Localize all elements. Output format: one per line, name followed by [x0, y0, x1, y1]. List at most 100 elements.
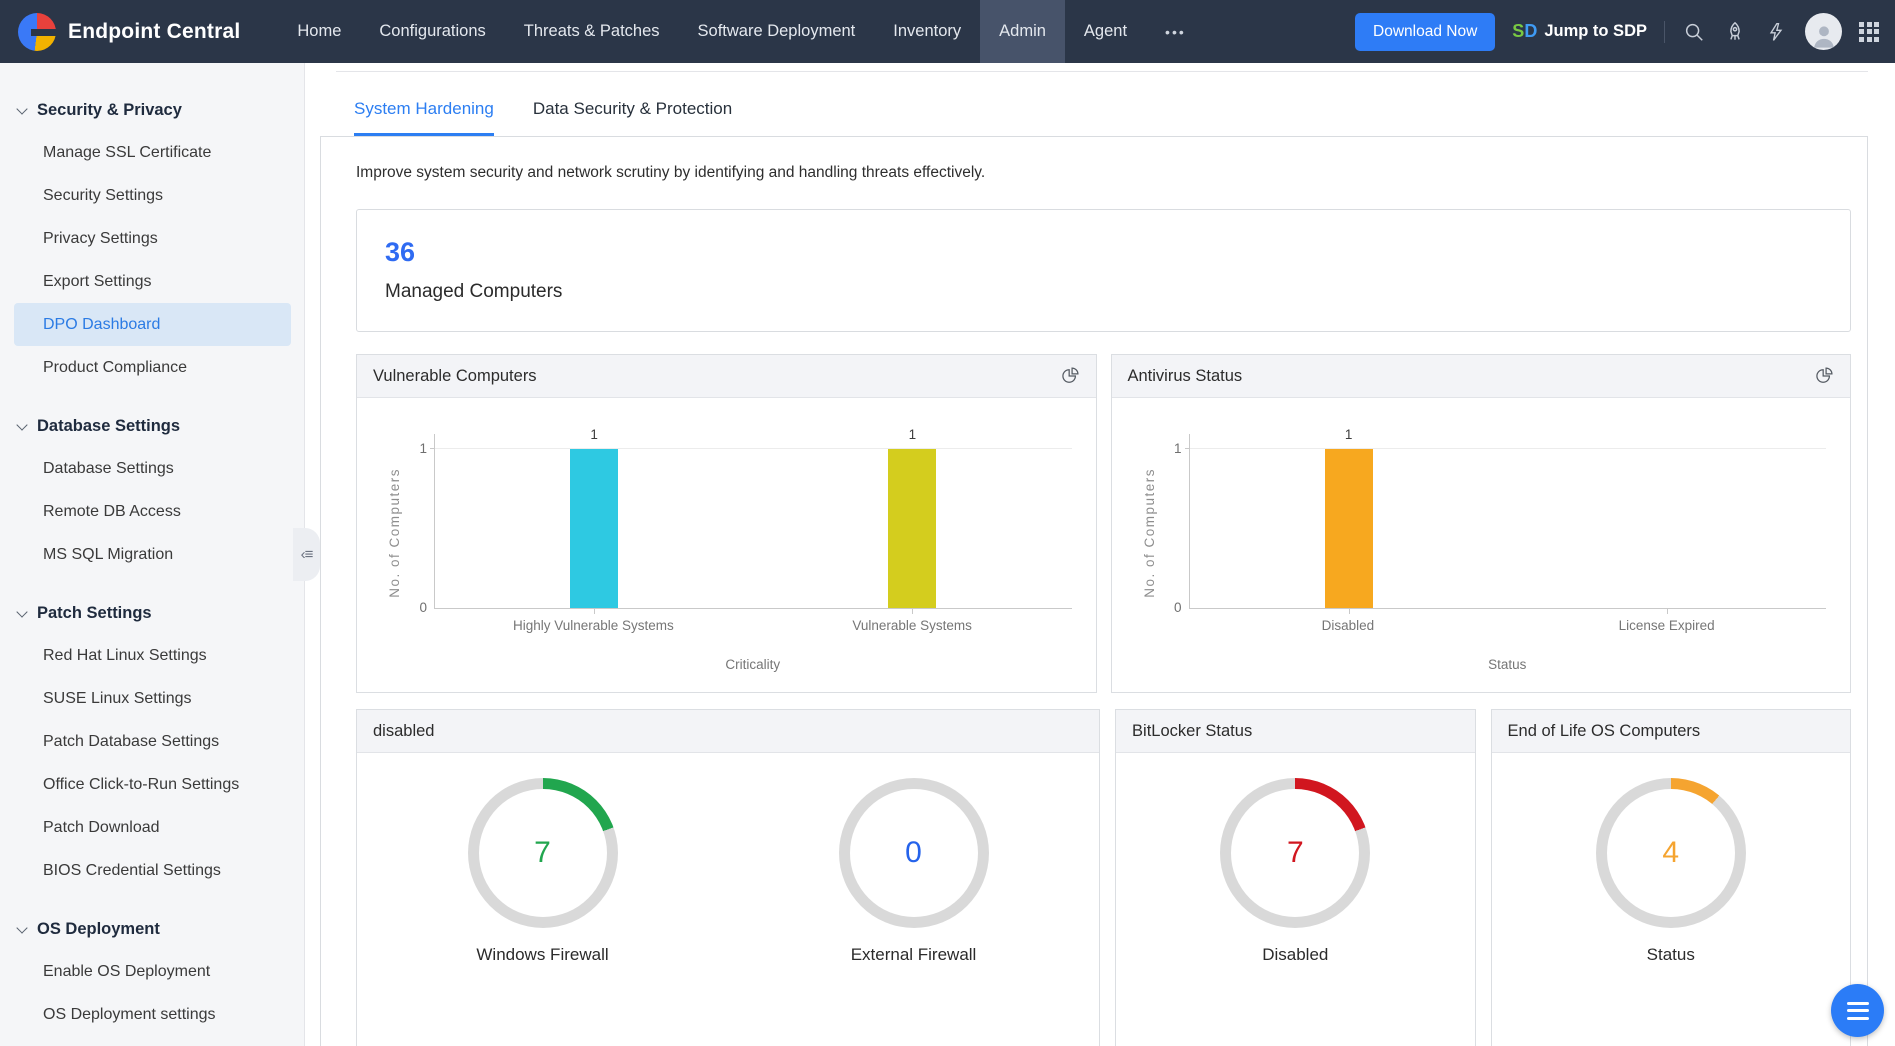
nav-item-configurations[interactable]: Configurations	[360, 0, 504, 63]
firewall-disabled-header: disabled	[357, 710, 1099, 753]
sidebar-collapse-button[interactable]: ‹≡	[293, 528, 320, 581]
sidebar-section-os-deployment: OS DeploymentEnable OS DeploymentOS Depl…	[0, 909, 304, 1036]
firewall-disabled-card: disabled 7Windows Firewall 0 External Fire…	[356, 709, 1100, 1046]
sidebar-item-bios-credential-settings[interactable]: BIOS Credential Settings	[0, 849, 304, 892]
donut-cards-row: disabled 7Windows Firewall 0 External Fire…	[356, 709, 1851, 1046]
quick-actions-lightning-icon[interactable]	[1764, 20, 1788, 44]
donut-ring: 7	[1220, 778, 1370, 928]
bar-chart: No. of Computers011DisabledLicense Expir…	[1112, 398, 1851, 692]
x-axis-title: Status	[1189, 657, 1827, 672]
bitlocker-status-card: BitLocker Status 7Disabled	[1115, 709, 1475, 1046]
donut-external-firewall: 0 External Firewall	[839, 778, 989, 965]
tab-bar: System Hardening Data Security & Protect…	[336, 99, 1868, 136]
managed-computers-count[interactable]: 36	[385, 237, 1822, 268]
brand-title: Endpoint Central	[68, 20, 240, 44]
sidebar-item-database-settings[interactable]: Database Settings	[0, 447, 304, 490]
donut-group: 4Status	[1492, 753, 1850, 965]
nav-item-home[interactable]: Home	[278, 0, 360, 63]
tab-data-security-protection[interactable]: Data Security & Protection	[533, 99, 732, 136]
search-icon[interactable]	[1682, 20, 1706, 44]
sidebar-item-manage-ssl-certificate[interactable]: Manage SSL Certificate	[0, 131, 304, 174]
x-tick-mark	[1667, 609, 1668, 614]
bar-vulnerable-systems: 1	[888, 449, 936, 608]
bar-category: 1	[753, 434, 1071, 608]
sidebar-section-header-os-deployment[interactable]: OS Deployment	[0, 909, 304, 950]
sidebar-item-dpo-dashboard[interactable]: DPO Dashboard	[14, 303, 291, 346]
sidebar-item-privacy-settings[interactable]: Privacy Settings	[0, 217, 304, 260]
chevron-down-icon	[16, 606, 27, 617]
donut-ring: 4	[1596, 778, 1746, 928]
nav-item-admin[interactable]: Admin	[980, 0, 1065, 63]
more-menu-icon[interactable]: •••	[1146, 0, 1205, 63]
main-content: Data Protection Officer Dashboard System…	[305, 0, 1895, 1046]
sidebar-item-product-compliance[interactable]: Product Compliance	[0, 346, 304, 389]
x-tick-label-license-expired: License Expired	[1507, 618, 1826, 633]
donut-value[interactable]: 0	[905, 836, 922, 870]
endpoint-central-logo-icon[interactable]	[18, 13, 56, 51]
sidebar-item-patch-database-settings[interactable]: Patch Database Settings	[0, 720, 304, 763]
x-tick-label-highly-vulnerable-systems: Highly Vulnerable Systems	[434, 618, 753, 633]
donut-disabled: 7Disabled	[1220, 778, 1370, 965]
donut-hole: 0	[850, 789, 978, 917]
pie-chart-toggle-icon[interactable]	[1060, 366, 1080, 386]
bar-highly-vulnerable-systems: 1	[570, 449, 618, 608]
donut-label: External Firewall	[851, 945, 977, 965]
sidebar-item-suse-linux-settings[interactable]: SUSE Linux Settings	[0, 677, 304, 720]
sidebar-section-header-security-privacy[interactable]: Security & Privacy	[0, 90, 304, 131]
y-tick-label: 0	[409, 600, 427, 615]
apps-grid-icon[interactable]	[1859, 22, 1879, 42]
sidebar-section-header-patch-settings[interactable]: Patch Settings	[0, 593, 304, 634]
bar-disabled: 1	[1325, 449, 1373, 608]
download-now-button[interactable]: Download Now	[1355, 13, 1495, 51]
pie-chart-toggle-icon[interactable]	[1814, 366, 1834, 386]
y-tick-label: 1	[1164, 441, 1182, 456]
whats-new-rocket-icon[interactable]	[1723, 20, 1747, 44]
sidebar-section-patch-settings: Patch Settings Red Hat Linux SettingsSUSE…	[0, 593, 304, 892]
card-title: Antivirus Status	[1128, 367, 1243, 386]
sidebar-item-patch-download[interactable]: Patch Download	[0, 806, 304, 849]
navbar-right: Download Now SD Jump to SDP	[1355, 13, 1879, 51]
y-axis-label: No. of Computers	[387, 468, 402, 598]
charts-row: Vulnerable Computers No. of Computers 0 1 1…	[356, 354, 1851, 693]
plot-area: 0111	[434, 434, 1072, 609]
bitlocker-status-header: BitLocker Status	[1116, 710, 1474, 753]
nav-item-threats-patches[interactable]: Threats & Patches	[505, 0, 679, 63]
x-axis-title: Criticality	[434, 657, 1072, 672]
x-tick-mark	[594, 609, 595, 614]
nav-item-agent[interactable]: Agent	[1065, 0, 1146, 63]
jump-to-sdp-link[interactable]: SD Jump to SDP	[1512, 21, 1647, 42]
donut-value[interactable]: 7	[534, 836, 551, 870]
sidebar-item-enable-os-deployment[interactable]: Enable OS Deployment	[0, 950, 304, 993]
sidebar-section-title: Patch Settings	[37, 604, 152, 623]
sidebar-item-os-deployment-settings[interactable]: OS Deployment settings	[0, 993, 304, 1036]
sidebar-section-title: Database Settings	[37, 417, 180, 436]
sidebar-item-office-click-to-run-settings[interactable]: Office Click-to-Run Settings	[0, 763, 304, 806]
sidebar-item-red-hat-linux-settings[interactable]: Red Hat Linux Settings	[0, 634, 304, 677]
bar-chart: No. of Computers 0 1 1 1 Highly Vulnerable Sy…	[357, 398, 1096, 692]
nav-item-inventory[interactable]: Inventory	[874, 0, 980, 63]
end-of-life-os-header: End of Life OS Computers	[1492, 710, 1850, 753]
sidebar-section-header-database-settings[interactable]: Database Settings	[0, 406, 304, 447]
sidebar-item-export-settings[interactable]: Export Settings	[0, 260, 304, 303]
bar-value-label: 1	[590, 427, 598, 442]
managed-computers-card[interactable]: 36 Managed Computers	[356, 209, 1851, 332]
nav-item-software-deployment[interactable]: Software Deployment	[679, 0, 875, 63]
x-tick-mark	[912, 609, 913, 614]
sidebar-item-security-settings[interactable]: Security Settings	[0, 174, 304, 217]
tab-system-hardening[interactable]: System Hardening	[354, 99, 494, 136]
card-title: Vulnerable Computers	[373, 367, 537, 386]
sidebar-section-database-settings: Database SettingsDatabase SettingsRemote…	[0, 406, 304, 576]
floating-menu-button[interactable]	[1831, 984, 1884, 1037]
donut-group: 7Windows Firewall 0 External Firewall	[357, 753, 1099, 965]
user-avatar[interactable]	[1805, 13, 1842, 50]
y-tick-label: 1	[409, 441, 427, 456]
donut-row: 7Windows Firewall 0 External Firewall	[357, 753, 1099, 965]
x-tick-label-vulnerable-systems: Vulnerable Systems	[753, 618, 1072, 633]
donut-value[interactable]: 4	[1662, 836, 1679, 870]
donut-value[interactable]: 7	[1287, 836, 1304, 870]
sidebar-item-ms-sql-migration[interactable]: MS SQL Migration	[0, 533, 304, 576]
sidebar-item-remote-db-access[interactable]: Remote DB Access	[0, 490, 304, 533]
donut-windows-firewall: 7Windows Firewall	[468, 778, 618, 965]
sdp-icon: SD	[1512, 21, 1537, 42]
bar-categories: 1	[1190, 434, 1827, 608]
